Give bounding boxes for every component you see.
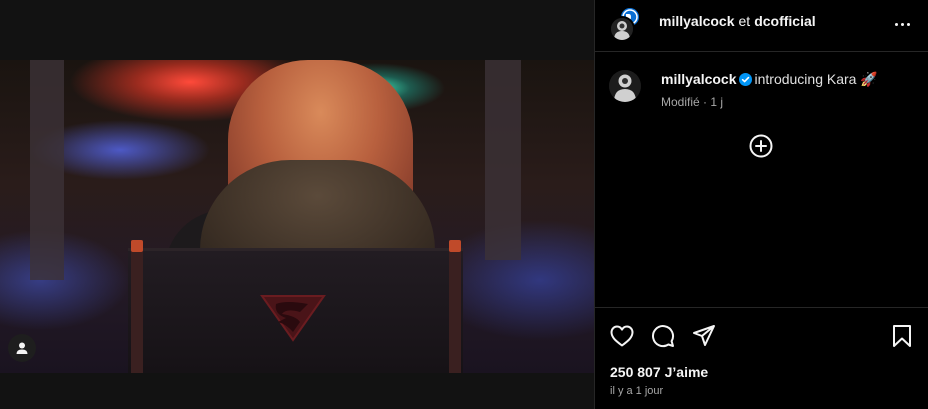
- bookmark-icon: [893, 325, 911, 347]
- photo-chair-post-right: [449, 240, 461, 373]
- millyalcock-avatar[interactable]: [609, 16, 635, 42]
- header-authors: millyalcock et dcofficial: [659, 13, 816, 29]
- superman-emblem-icon: [260, 295, 326, 342]
- comment-icon: [652, 325, 675, 348]
- likes-word: J’aime: [664, 364, 709, 380]
- author-link-dcofficial[interactable]: dcofficial: [754, 13, 815, 29]
- share-button[interactable]: [691, 323, 717, 349]
- media-pane: [0, 0, 594, 409]
- post-actions-area: 250 807 J’aime il y a 1 jour: [595, 307, 928, 409]
- caption-avatar-image: [609, 70, 641, 102]
- more-horizontal-icon-dot: [906, 22, 910, 26]
- more-options-button[interactable]: [890, 12, 914, 36]
- caption-body: millyalcock introducing Kara 🚀 Modifié ·…: [661, 70, 916, 109]
- save-button[interactable]: [889, 323, 915, 349]
- user-tag-icon: [16, 342, 28, 354]
- author-link-millyalcock[interactable]: millyalcock: [659, 13, 735, 29]
- caption-line: millyalcock introducing Kara 🚀: [661, 70, 916, 88]
- send-icon: [693, 325, 715, 346]
- millyalcock-avatar-image: [611, 18, 633, 40]
- likes-count[interactable]: 250 807 J’aime: [610, 364, 708, 380]
- more-horizontal-icon-dot: [900, 22, 904, 26]
- photo-pillar-left: [30, 60, 64, 280]
- caption-meta: Modifié · 1 j: [661, 95, 724, 109]
- verified-badge-icon: [738, 73, 752, 86]
- comment-button[interactable]: [650, 323, 676, 349]
- user-tag-button[interactable]: [8, 334, 36, 362]
- coauthor-avatars[interactable]: [607, 6, 647, 42]
- photo-chair-post-left: [131, 240, 143, 373]
- photo-pillar-right: [485, 60, 521, 260]
- caption-text: introducing Kara: [754, 71, 857, 87]
- caption-avatar[interactable]: [609, 70, 641, 102]
- post-header: millyalcock et dcofficial: [595, 0, 928, 52]
- more-horizontal-icon-dot: [894, 22, 898, 26]
- like-button[interactable]: [609, 323, 635, 349]
- likes-number: 250 807: [610, 364, 661, 380]
- authors-joiner: et: [738, 13, 751, 29]
- post-photo[interactable]: [0, 60, 594, 373]
- caption-username[interactable]: millyalcock: [661, 71, 737, 87]
- post-timestamp[interactable]: il y a 1 jour: [610, 385, 663, 397]
- post-side-panel: millyalcock et dcofficial millyalcock intr…: [595, 0, 928, 409]
- add-circle-icon: [749, 134, 773, 158]
- heart-icon: [610, 325, 634, 347]
- rocket-emoji: 🚀: [860, 71, 878, 87]
- add-comment-circle-button[interactable]: [749, 134, 773, 158]
